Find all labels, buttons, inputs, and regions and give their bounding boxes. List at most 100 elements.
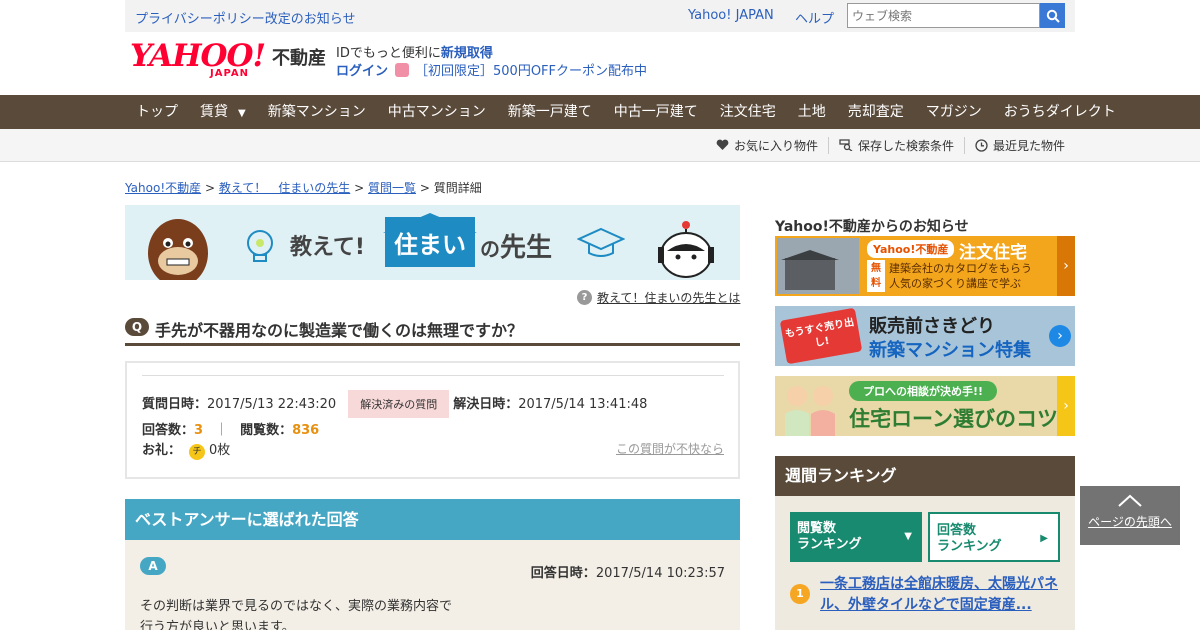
chip-coin-icon: チ <box>189 444 206 460</box>
ad-new-mansion-preview[interactable]: もうすぐ売り出し! 販売前さきどり 新築マンション特集 › <box>775 306 1075 366</box>
divider <box>142 375 724 376</box>
tab-views-ranking[interactable]: 閲覧数 ランキング ▼ <box>790 512 922 562</box>
coupon-link[interactable]: ［初回限定］500円OFFクーポン配布中 <box>395 60 647 79</box>
search-button[interactable] <box>1040 3 1065 28</box>
resolved-date: 2017/5/14 13:41:48 <box>518 397 648 412</box>
nav-item-used-house[interactable]: 中古一戸建て <box>603 95 709 129</box>
clock-icon <box>975 138 988 152</box>
best-answer-heading: ベストアンサーに選ばれた回答 <box>125 499 740 540</box>
nav-item-custom-house[interactable]: 注文住宅 <box>709 95 787 129</box>
question-badge: Q <box>125 318 149 336</box>
back-to-top-button[interactable]: ページの先頭へ <box>1080 486 1180 545</box>
breadcrumb-current: 質問詳細 <box>433 181 482 195</box>
answer-text: その判断は業界で見るのではなく、実際の業務内容で 行う方が良いと思います。 <box>140 599 453 630</box>
ad-loan-tips[interactable]: プロへの相談が決め手!! 住宅ローン選びのコツ › <box>775 376 1075 436</box>
asked-date: 2017/5/13 22:43:20 <box>207 397 337 412</box>
ad2-line2: 新築マンション特集 <box>869 340 1031 361</box>
about-sensei: ? 教えて！住まいの先生とは <box>577 289 740 306</box>
back-to-top-label: ページの先頭へ <box>1088 515 1172 529</box>
nav-item-sale-assessment[interactable]: 売却査定 <box>837 95 915 129</box>
ad-custom-house[interactable]: Yahoo!不動産 注文住宅 無料 建築会社のカタログをもらう 人気の家づくり講… <box>775 236 1075 296</box>
global-nav: トップ 賃貸 ▼ 新築マンション 中古マンション 新築一戸建て 中古一戸建て 注文… <box>0 95 1200 129</box>
best-answer-body: A 回答日時：2017/5/14 10:23:57 その判断は業界で見るのではな… <box>125 540 740 630</box>
site-header: YAHOO! JAPAN 不動産 IDでもっと便利に新規取得 ログイン ［初回限… <box>125 32 1075 95</box>
yahoo-fudosan-logo[interactable]: YAHOO! JAPAN 不動産 <box>130 40 326 80</box>
chevron-right-circle-icon: › <box>1049 325 1071 347</box>
ranking-item-link[interactable]: 一条工務店は全館床暖房、太陽光パネル、外壁タイルなどで固定資産... <box>820 574 1060 616</box>
nav-item-new-mansion[interactable]: 新築マンション <box>257 95 377 129</box>
answer-count: 3 <box>194 423 204 438</box>
monkey-mascot-icon <box>148 219 208 280</box>
recent-views-link[interactable]: 最近見た物件 <box>963 136 1075 154</box>
question-thanks-row: お礼：チ 0枚 <box>142 443 231 460</box>
saved-search-icon <box>839 139 853 151</box>
ranking-heading: 週間ランキング <box>775 456 1075 496</box>
nav-item-land[interactable]: 土地 <box>787 95 837 129</box>
lightbulb-icon <box>247 230 273 262</box>
view-count: 836 <box>292 423 320 438</box>
chevron-right-icon: › <box>1057 236 1075 296</box>
nav-item-top[interactable]: トップ <box>125 95 189 129</box>
question-title-bar: Q 手先が不器用なのに製造業で働くのは無理ですか？ <box>125 314 740 346</box>
yahoo-japan-link[interactable]: Yahoo! JAPAN <box>688 8 774 23</box>
top-utility-bar: プライバシーポリシー改定のお知らせ Yahoo! JAPAN ヘルプ <box>125 0 1075 32</box>
nav-item-ouchi-direct[interactable]: おうちダイレクト <box>993 95 1127 129</box>
house-photo <box>777 238 859 294</box>
privacy-notice-link[interactable]: プライバシーポリシー改定のお知らせ <box>135 8 355 27</box>
chevron-right-icon: › <box>1057 376 1075 436</box>
help-link[interactable]: ヘルプ <box>795 8 834 27</box>
login-link[interactable]: ログイン <box>336 60 388 79</box>
banner-sumai: 住まい <box>385 217 475 267</box>
favorites-link[interactable]: お気に入り物件 <box>706 137 828 154</box>
chevron-up-icon <box>1118 494 1142 507</box>
breadcrumb-home[interactable]: Yahoo!不動産 <box>125 181 201 195</box>
news-heading: Yahoo!不動産からのお知らせ <box>775 219 969 235</box>
advisors-illustration-icon <box>785 386 835 436</box>
banner-sensei: の先生 <box>480 233 553 263</box>
nav-item-magazine[interactable]: マガジン <box>915 95 993 129</box>
saved-search-link[interactable]: 保存した検索条件 <box>827 136 964 154</box>
report-question-link[interactable]: この質問が不快なら <box>616 440 724 457</box>
dropdown-arrow-icon: ▼ <box>904 531 912 542</box>
ad1-lines: 建築会社のカタログをもらう 人気の家づくり講座で学ぶ <box>889 262 1032 290</box>
nav-item-new-house[interactable]: 新築一戸建て <box>497 95 603 129</box>
breadcrumb: Yahoo!不動産 > 教えて！ 住まいの先生 > 質問一覧 > 質問詳細 <box>125 181 482 195</box>
ad1-tag: Yahoo!不動産 <box>867 240 955 258</box>
ad2-burst: もうすぐ売り出し! <box>779 307 863 365</box>
banner-oshiete: 教えて! <box>290 235 365 260</box>
signup-link[interactable]: 新規取得 <box>441 46 493 61</box>
rank-number: 1 <box>790 584 810 604</box>
weekly-ranking: 週間ランキング 閲覧数 ランキング ▼ 回答数 ランキング ▶ 1 一条工務店は全館… <box>775 456 1075 630</box>
robot-mascot-icon <box>658 221 714 278</box>
question-dates-row: 質問日時：2017/5/13 22:43:20 解決済みの質問 解決日時：2017/… <box>142 390 647 418</box>
id-promo: IDでもっと便利に新規取得 <box>336 46 493 61</box>
nav-item-rent[interactable]: 賃貸 ▼ <box>189 95 257 129</box>
web-search-input[interactable] <box>847 3 1040 28</box>
status-badge: 解決済みの質問 <box>348 390 450 418</box>
nav-item-used-mansion[interactable]: 中古マンション <box>377 95 497 129</box>
heart-icon <box>716 139 729 150</box>
coupon-icon <box>395 63 409 77</box>
ad2-line1: 販売前さきどり <box>869 316 995 337</box>
answer-date: 回答日時：2017/5/14 10:23:57 <box>530 566 725 581</box>
question-counts-row: 回答数：3 ｜閲覧数：836 <box>142 423 320 438</box>
ad1-title: 注文住宅 <box>959 243 1027 263</box>
ad3-tag: プロへの相談が決め手!! <box>849 381 998 401</box>
ad3-title: 住宅ローン選びのコツ <box>849 407 1058 431</box>
question-title: 手先が不器用なのに製造業で働くのは無理ですか？ <box>155 321 524 340</box>
about-sensei-link[interactable]: 教えて！住まいの先生とは <box>597 289 740 306</box>
tab-answers-ranking[interactable]: 回答数 ランキング ▶ <box>928 512 1060 562</box>
sumai-sensei-banner[interactable]: 教えて! 住まい の先生 <box>125 205 740 280</box>
breadcrumb-question-list[interactable]: 質問一覧 <box>368 181 416 195</box>
question-meta-box: 質問日時：2017/5/13 22:43:20 解決済みの質問 解決日時：2017/… <box>125 361 740 479</box>
user-subnav: お気に入り物件 保存した検索条件 最近見た物件 <box>0 129 1200 162</box>
breadcrumb-sensei[interactable]: 教えて！ 住まいの先生 <box>219 181 350 195</box>
ad1-free-badge: 無料 <box>867 260 885 292</box>
dropdown-arrow-icon: ▼ <box>238 108 246 119</box>
thanks-value: 0枚 <box>209 443 231 458</box>
answer-badge: A <box>140 557 166 575</box>
play-arrow-icon: ▶ <box>1040 533 1048 544</box>
search-icon <box>1046 9 1060 23</box>
logo-japan: JAPAN <box>210 68 249 79</box>
graduation-cap-icon <box>577 227 625 257</box>
